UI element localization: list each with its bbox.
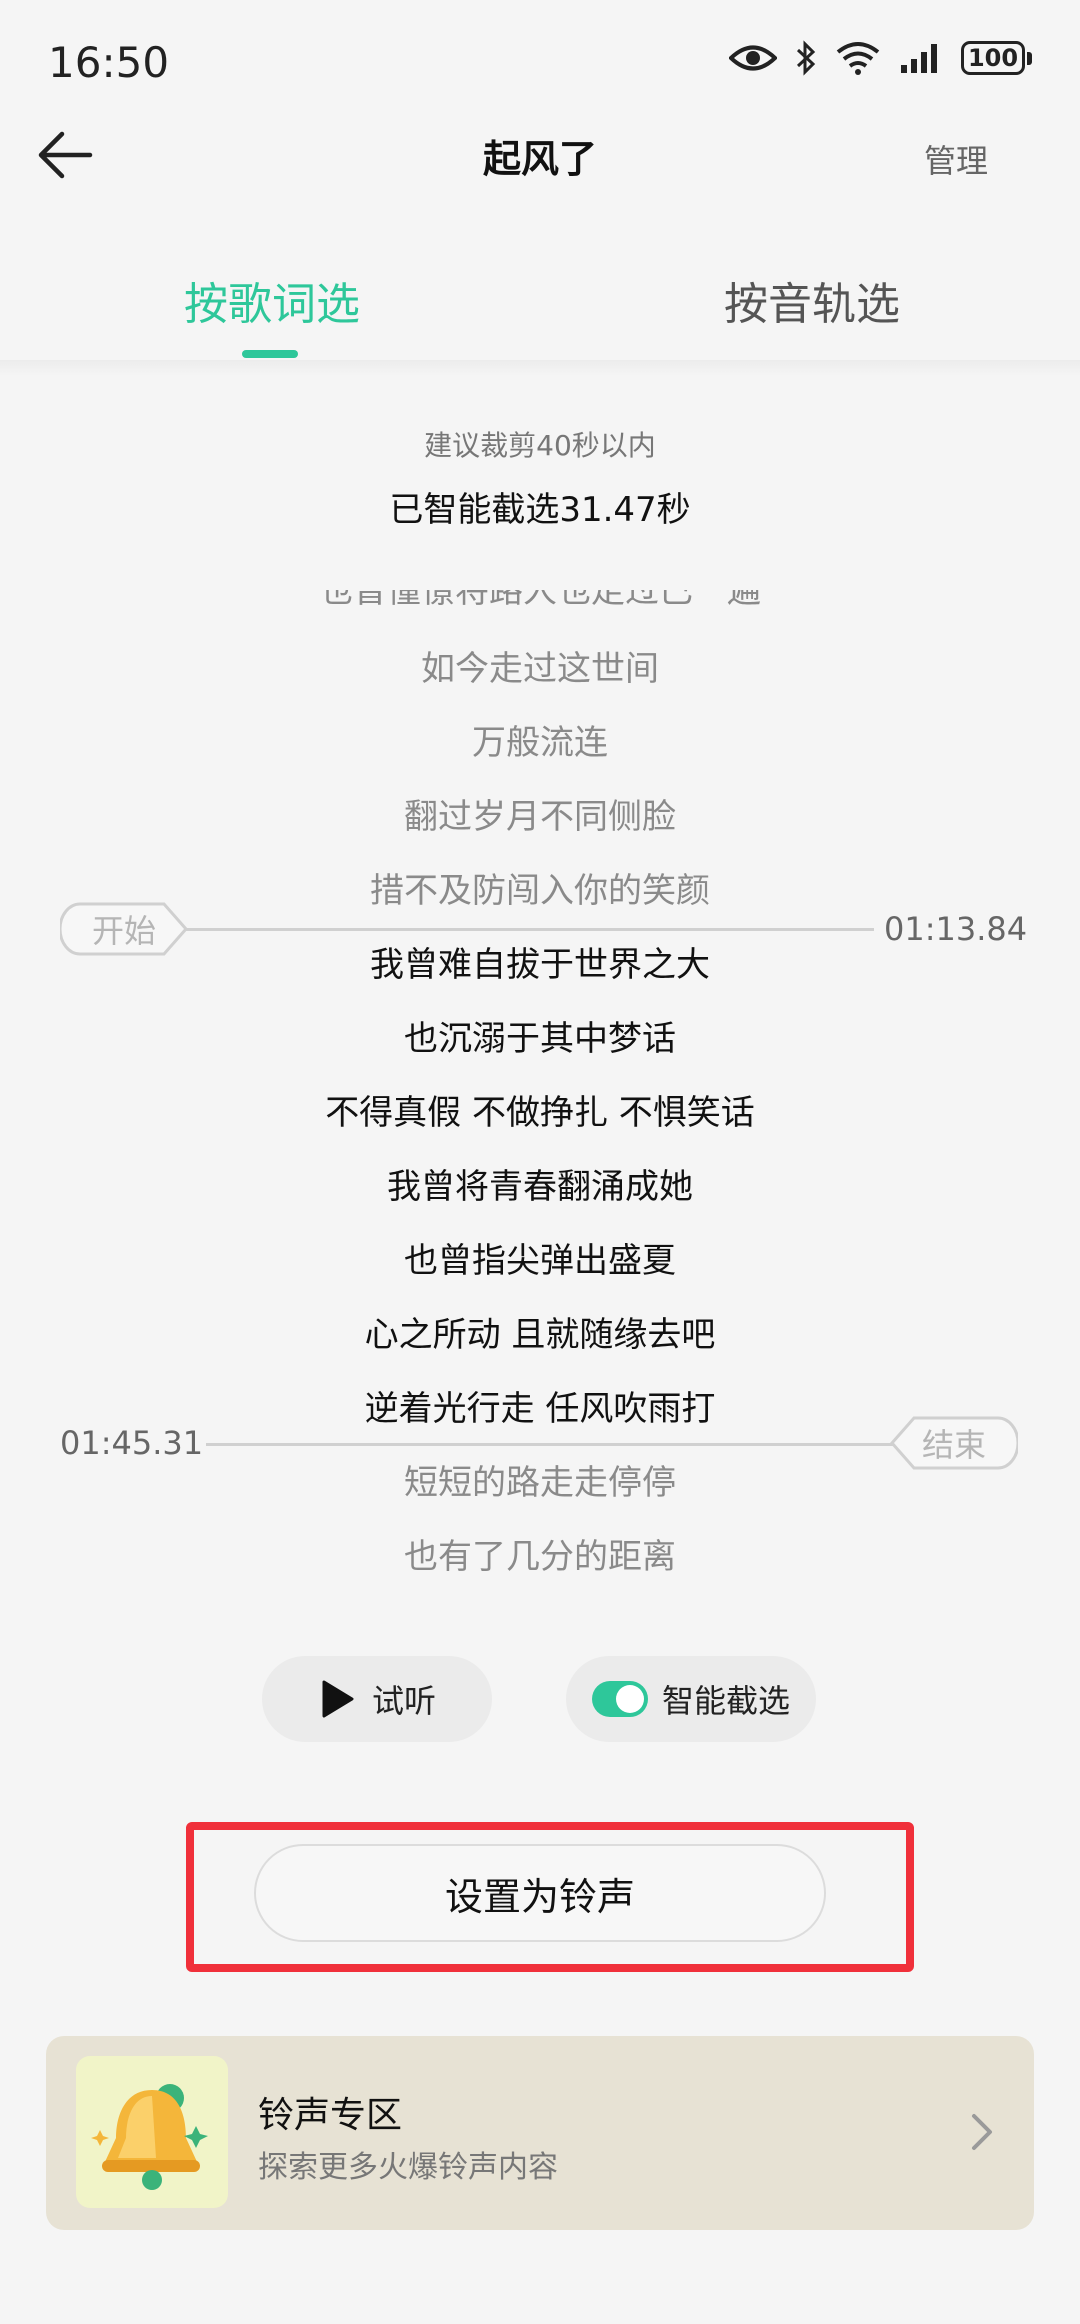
signal-icon [901, 44, 937, 73]
lyric-line-selected: 也沉溺于其中梦话 [404, 1019, 676, 1059]
wifi-icon [836, 42, 880, 75]
active-tab-indicator [242, 350, 298, 358]
lyric-line: 也有了几分的距离 [404, 1537, 676, 1577]
lyric-line-selected: 心之所动 且就随缘去吧 [364, 1315, 716, 1355]
selection-status: 已智能截选31.47秒 [389, 490, 691, 530]
trim-hint: 建议裁剪40秒以内 [424, 429, 656, 462]
lyric-line-partial: 也曾憧憬将路人也走过已一遍 [319, 590, 761, 611]
start-marker-handle[interactable]: 开始 [60, 902, 188, 956]
preview-label: 试听 [372, 1682, 437, 1720]
lyric-line-selected: 也曾指尖弹出盛夏 [404, 1241, 676, 1281]
status-icons: 100 [729, 40, 1032, 76]
ringtone-zone-card[interactable]: 铃声专区 探索更多火爆铃声内容 [46, 2036, 1034, 2230]
manage-button[interactable]: 管理 [924, 136, 988, 182]
start-time: 01:13.84 [884, 910, 1028, 948]
start-marker-label: 开始 [91, 912, 156, 950]
smart-select-label: 智能截选 [662, 1682, 791, 1720]
smart-select-toggle[interactable] [592, 1681, 648, 1717]
bell-icon [76, 2056, 228, 2208]
lyric-line-selected: 我曾将青春翻涌成她 [387, 1167, 693, 1207]
preview-button[interactable]: 试听 [262, 1656, 492, 1742]
tab-by-lyrics[interactable]: 按歌词选 [184, 268, 360, 332]
page-title: 起风了 [482, 137, 597, 181]
end-time: 01:45.31 [60, 1424, 204, 1462]
battery-icon: 100 [961, 41, 1032, 75]
chevron-right-icon [972, 2114, 992, 2150]
bluetooth-icon [796, 40, 816, 76]
lyric-line: 万般流连 [472, 723, 608, 763]
smart-select-pill[interactable]: 智能截选 [566, 1656, 816, 1742]
status-time: 16:50 [48, 38, 170, 87]
zone-title: 铃声专区 [258, 2095, 403, 2136]
status-bar: 16:50 100 [0, 0, 1080, 120]
play-icon [322, 1680, 354, 1718]
tab-divider [0, 360, 1080, 376]
header: 起风了 管理 [0, 120, 1080, 240]
end-marker-line [206, 1443, 896, 1446]
lyric-line: 翻过岁月不同侧脸 [404, 797, 676, 837]
lyric-line: 如今走过这世间 [421, 649, 659, 689]
lyric-line-selected: 不得真假 不做挣扎 不惧笑话 [325, 1093, 755, 1133]
set-ringtone-button[interactable]: 设置为铃声 [254, 1844, 826, 1942]
end-marker-label: 结束 [921, 1426, 986, 1464]
end-marker-handle[interactable]: 结束 [890, 1416, 1018, 1470]
eye-icon [729, 45, 777, 71]
start-marker-line [186, 928, 874, 931]
tab-bar: 按歌词选 按音轨选 [0, 240, 1080, 364]
tab-by-track[interactable]: 按音轨选 [724, 268, 900, 332]
zone-subtitle: 探索更多火爆铃声内容 [258, 2150, 558, 2185]
battery-level: 100 [961, 41, 1025, 75]
